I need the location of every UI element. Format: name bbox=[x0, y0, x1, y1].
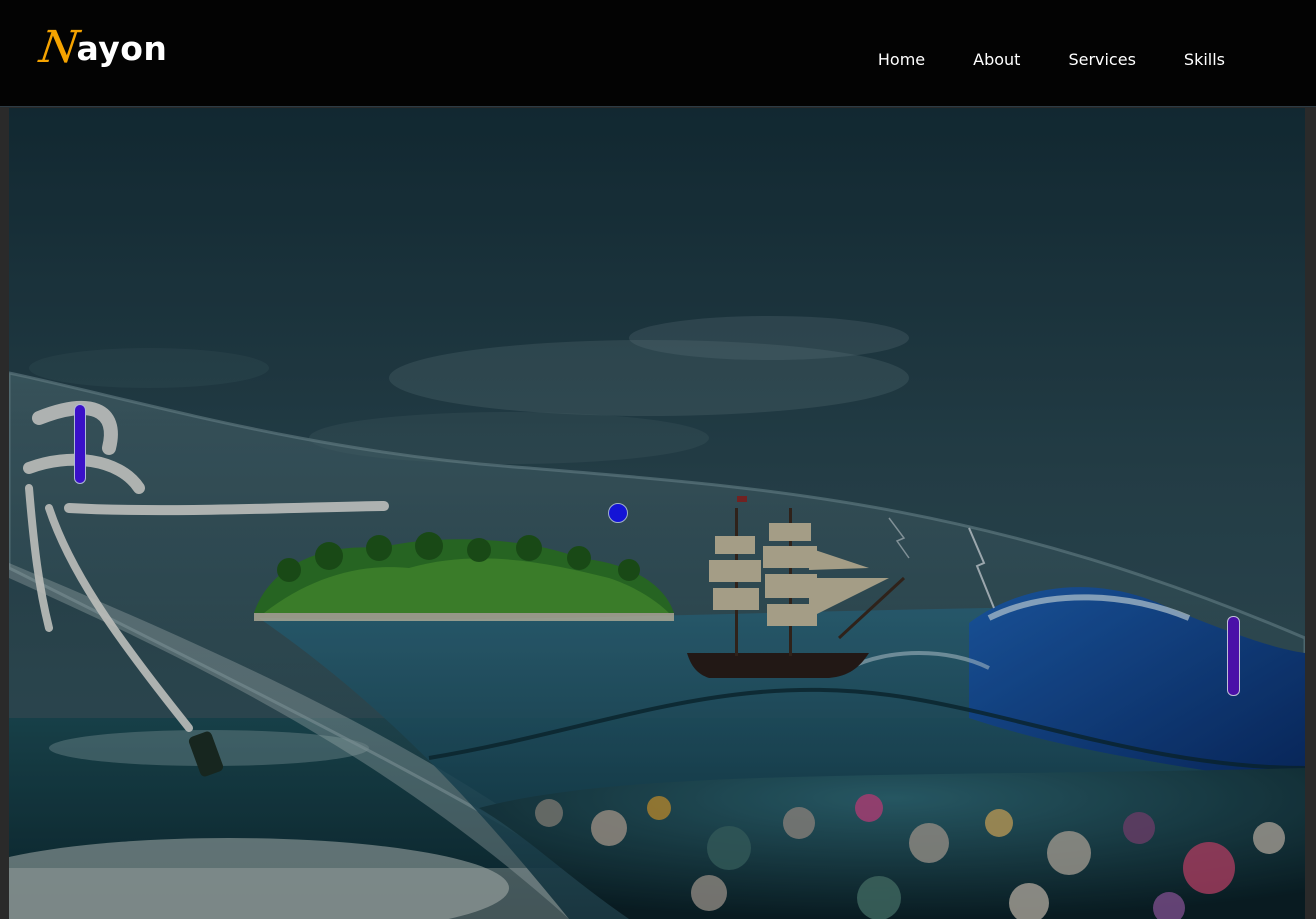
hero-image bbox=[9, 108, 1305, 919]
logo-mark: N bbox=[36, 22, 83, 73]
main-nav: Home About Services Skills bbox=[830, 48, 1225, 72]
decor-pill-left bbox=[74, 404, 86, 484]
hero-section bbox=[9, 108, 1305, 919]
nav-link-about[interactable]: About bbox=[973, 48, 1020, 72]
nav-link-services[interactable]: Services bbox=[1068, 48, 1135, 72]
decor-pill-right bbox=[1227, 616, 1240, 696]
top-navbar: N ayon Home About Services Skills bbox=[0, 0, 1316, 107]
logo-text: ayon bbox=[76, 29, 168, 68]
brand-logo[interactable]: N ayon bbox=[36, 22, 168, 73]
decor-dot bbox=[608, 503, 628, 523]
nav-link-home[interactable]: Home bbox=[878, 48, 925, 72]
nav-link-skills[interactable]: Skills bbox=[1184, 48, 1225, 72]
